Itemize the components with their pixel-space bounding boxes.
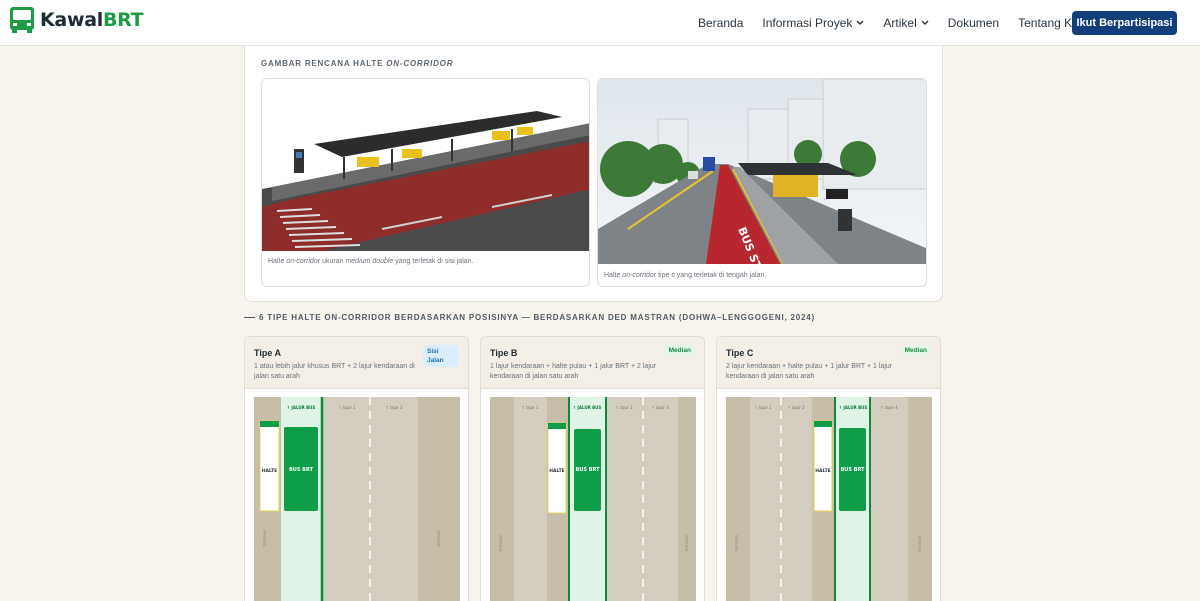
type-card-b: Tipe B 1 lajur kendaraan + halte pulau +… xyxy=(480,336,705,601)
nav-beranda[interactable]: Beranda xyxy=(698,16,743,30)
position-badge: Median xyxy=(664,345,695,356)
type-card-header: Tipe A 1 atau lebih jalur khusus BRT + 2… xyxy=(245,337,468,389)
sidewalk-label: TROTOAR xyxy=(263,529,267,548)
type-card-header: Tipe C 2 lajur kendaraan + halte pulau +… xyxy=(717,337,940,389)
sidewalk-label: TROTOAR xyxy=(685,534,689,553)
type-name: Tipe C xyxy=(726,348,754,358)
figure-side-caption: Halte on-corridor ukuran medium double y… xyxy=(268,258,474,265)
types-section-text: 6 TIPE HALTE ON-CORRIDOR BERDASARKAN POS… xyxy=(259,313,816,322)
sidewalk-label: TROTOAR xyxy=(918,534,922,553)
type-b-lane-diagram: HALTE BUS BRT ↑ lajur 1 ↑ JALUR BUS ↑ la… xyxy=(490,397,696,601)
sidewalk-label: TROTOAR xyxy=(437,529,441,548)
nav-dokumen[interactable]: Dokumen xyxy=(948,16,999,30)
bus-logo-icon xyxy=(9,6,35,34)
chevron-down-icon xyxy=(856,20,864,25)
section-dash xyxy=(244,317,255,318)
sidewalk-label: TROTOAR xyxy=(499,534,503,553)
types-section-label: 6 TIPE HALTE ON-CORRIDOR BERDASARKAN POS… xyxy=(244,313,815,322)
type-card-header: Tipe B 1 lajur kendaraan + halte pulau +… xyxy=(481,337,704,389)
lane-label: ↑ lajur 4 xyxy=(880,405,898,410)
gallery-title: GAMBAR RENCANA HALTE ON-CORRIDOR xyxy=(261,59,454,68)
lane-label: ↑ JALUR BUS xyxy=(287,405,316,410)
median-halte-render-image: BUS STOP xyxy=(598,79,926,264)
bus-label: BUS BRT xyxy=(840,467,865,473)
logo[interactable]: KawalBRT xyxy=(9,6,144,34)
nav-artikel-label: Artikel xyxy=(883,16,917,30)
lane-label: ↑ lajur 1 xyxy=(754,405,772,410)
position-badge: Sisi Jalan xyxy=(423,345,459,367)
nav-informasi-proyek[interactable]: Informasi Proyek xyxy=(762,16,864,30)
figure-median-halte: BUS STOP Halte on-corridor tipe c yang t… xyxy=(597,78,927,287)
halte-label: HALTE xyxy=(262,468,278,474)
type-description: 1 atau lebih jalur khusus BRT + 2 lajur … xyxy=(254,363,415,380)
bus-label: BUS BRT xyxy=(575,467,600,473)
figure-side-halte: Halte on-corridor ukuran medium double y… xyxy=(261,78,590,287)
lane-label: ↑ lajur 3 xyxy=(651,405,669,410)
type-description: 2 lajur kendaraan + halte pulau + 1 jalu… xyxy=(726,363,893,380)
top-navbar: KawalBRT Beranda Informasi Proyek Artike… xyxy=(0,0,1200,46)
figure-median-caption: Halte on-corridor tipe c yang terletak d… xyxy=(604,272,767,279)
lane-label: ↑ JALUR BUS xyxy=(839,405,868,410)
position-badge: Median xyxy=(900,345,931,356)
type-name: Tipe A xyxy=(254,348,282,358)
lane-label: ↑ lajur 1 xyxy=(521,405,539,410)
type-a-lane-diagram: HALTE BUS BRT ↑ JALUR BUS ↑ lajur 1 ↑ la… xyxy=(254,397,460,601)
type-card-a: Tipe A 1 atau lebih jalur khusus BRT + 2… xyxy=(244,336,469,601)
lane-label: ↑ JALUR BUS xyxy=(573,405,602,410)
halte-label: HALTE xyxy=(815,468,831,474)
lane-label: ↑ lajur 1 xyxy=(338,405,356,410)
logo-text: KawalBRT xyxy=(40,9,144,31)
nav-artikel[interactable]: Artikel xyxy=(883,16,929,30)
lane-label: ↑ lajur 2 xyxy=(787,405,805,410)
type-name: Tipe B xyxy=(490,348,518,358)
type-description: 1 lajur kendaraan + halte pulau + 1 jalu… xyxy=(490,363,657,380)
bus-label: BUS BRT xyxy=(289,467,314,473)
participate-button[interactable]: Ikut Berpartisipasi xyxy=(1072,11,1177,35)
lane-label: ↑ lajur 2 xyxy=(615,405,633,410)
type-c-lane-diagram: HALTE BUS BRT ↑ lajur 1 ↑ lajur 2 ↑ JALU… xyxy=(726,397,932,601)
type-card-c: Tipe C 2 lajur kendaraan + halte pulau +… xyxy=(716,336,941,601)
halte-plan-gallery: GAMBAR RENCANA HALTE ON-CORRIDOR Halte o… xyxy=(244,46,943,302)
side-halte-render-image xyxy=(262,79,589,251)
lane-label: ↑ lajur 2 xyxy=(385,405,403,410)
halte-label: HALTE xyxy=(549,468,565,474)
chevron-down-icon xyxy=(921,20,929,25)
nav-informasi-proyek-label: Informasi Proyek xyxy=(762,16,853,30)
sidewalk-label: TROTOAR xyxy=(735,534,739,553)
